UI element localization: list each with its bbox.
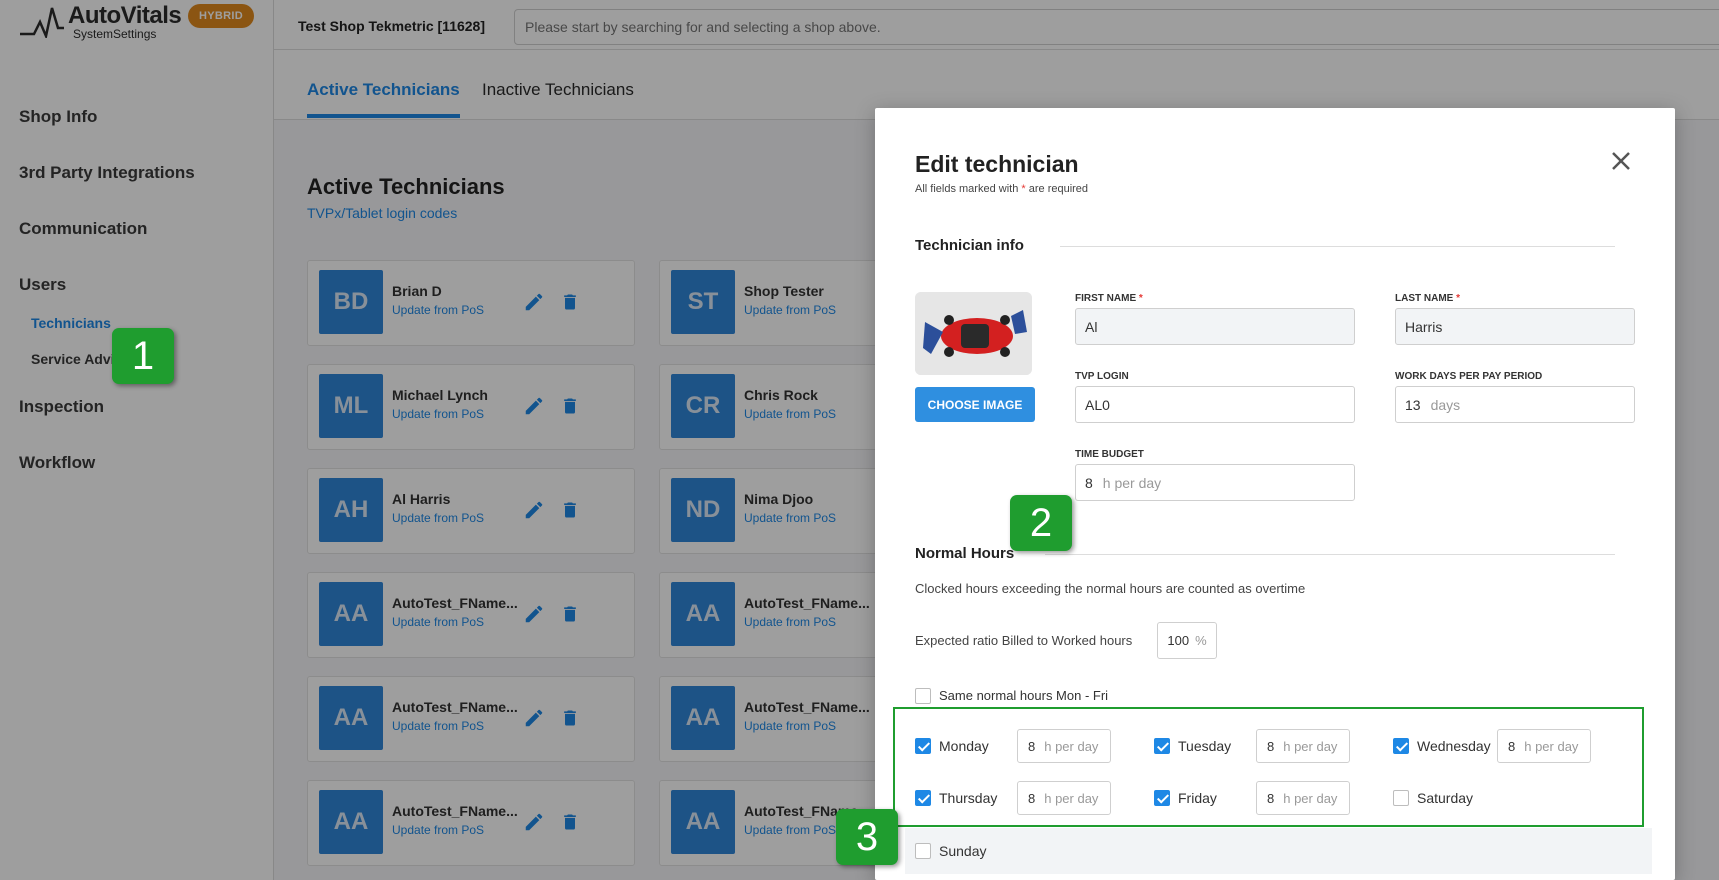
time-budget-field[interactable]: 8 h per day xyxy=(1075,464,1355,501)
last-name-label: LAST NAME * xyxy=(1395,293,1461,304)
divider xyxy=(1060,246,1615,247)
required-note-prefix: All fields marked with xyxy=(915,183,1019,195)
callout-badge-1: 1 xyxy=(112,328,174,384)
work-days-field[interactable]: 13 days xyxy=(1395,386,1635,423)
highlight-frame xyxy=(893,707,1644,827)
time-budget-unit: h per day xyxy=(1102,474,1162,491)
required-star: * xyxy=(1021,183,1026,195)
sunday-label: Sunday xyxy=(939,843,987,859)
technician-info-heading: Technician info xyxy=(915,237,1024,254)
close-icon[interactable] xyxy=(1608,148,1634,174)
required-note: All fields marked with * are required xyxy=(915,183,1088,195)
ratio-field[interactable]: 100 % xyxy=(1157,622,1217,659)
choose-image-button[interactable]: CHOOSE IMAGE xyxy=(915,387,1035,422)
same-hours-checkbox[interactable] xyxy=(915,688,931,704)
first-name-label: FIRST NAME * xyxy=(1075,293,1143,304)
technician-photo xyxy=(915,292,1032,375)
normal-hours-heading: Normal Hours xyxy=(915,545,1015,562)
work-days-label: WORK DAYS PER PAY PERIOD xyxy=(1395,371,1543,382)
last-name-field[interactable]: Harris xyxy=(1395,308,1635,345)
ratio-label: Expected ratio Billed to Worked hours xyxy=(915,633,1133,648)
required-note-suffix: are required xyxy=(1028,183,1089,195)
first-name-field[interactable]: Al xyxy=(1075,308,1355,345)
callout-badge-2: 2 xyxy=(1010,495,1072,551)
work-days-value: 13 xyxy=(1405,396,1421,413)
time-budget-label: TIME BUDGET xyxy=(1075,449,1144,460)
ratio-unit: % xyxy=(1195,633,1207,648)
work-days-unit: days xyxy=(1430,396,1461,413)
modal-title: Edit technician xyxy=(915,151,1079,177)
overtime-note: Clocked hours exceeding the normal hours… xyxy=(915,581,1306,596)
sunday-row: Sunday xyxy=(905,828,1652,874)
time-budget-value: 8 xyxy=(1085,474,1093,491)
same-hours-label: Same normal hours Mon - Fri xyxy=(939,688,1109,703)
divider xyxy=(1045,554,1615,555)
tvp-login-label: TVP LOGIN xyxy=(1075,371,1129,382)
sunday-checkbox[interactable] xyxy=(915,843,931,859)
tvp-login-field[interactable]: AL0 xyxy=(1075,386,1355,423)
callout-badge-3: 3 xyxy=(836,809,898,865)
car-image-icon xyxy=(915,292,1032,375)
ratio-value: 100 xyxy=(1167,633,1190,648)
